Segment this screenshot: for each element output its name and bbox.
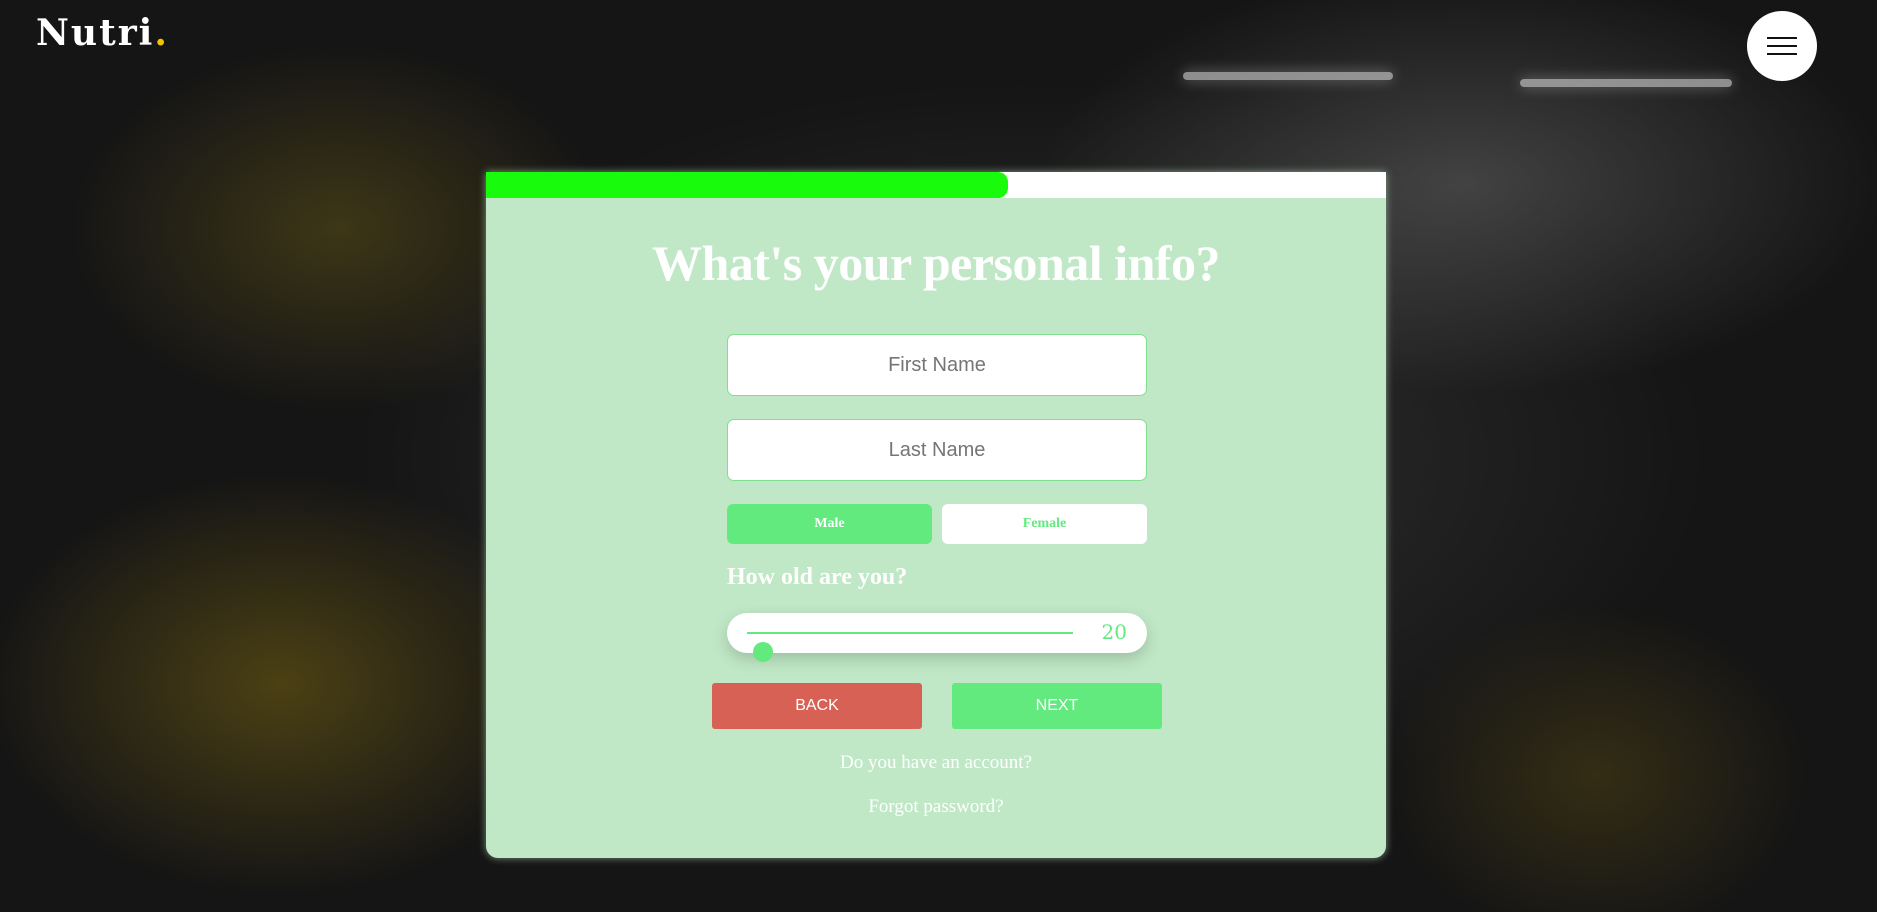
- hamburger-icon: [1767, 37, 1797, 55]
- account-link[interactable]: Do you have an account?: [486, 752, 1386, 774]
- next-button[interactable]: NEXT: [952, 683, 1162, 729]
- male-button[interactable]: Male: [727, 504, 932, 544]
- age-slider-thumb[interactable]: [752, 642, 773, 662]
- personal-info-card: What's your personal info? Male Female H…: [486, 172, 1386, 858]
- forgot-password-link[interactable]: Forgot password?: [486, 796, 1386, 818]
- first-name-input[interactable]: [727, 334, 1147, 396]
- age-slider-container: 20: [727, 613, 1147, 662]
- logo-dot: .: [154, 12, 169, 54]
- female-button[interactable]: Female: [942, 504, 1147, 544]
- progress-bar: [486, 172, 1386, 198]
- age-value: 20: [1101, 620, 1127, 644]
- last-name-input[interactable]: [727, 419, 1147, 481]
- nutri-logo[interactable]: Nutri.: [36, 12, 169, 54]
- logo-text: Nutri: [36, 12, 155, 54]
- page-title: What's your personal info?: [651, 235, 1221, 291]
- menu-button[interactable]: [1747, 11, 1817, 81]
- age-slider-track[interactable]: [747, 632, 1073, 662]
- age-question-label: How old are you?: [727, 564, 908, 590]
- progress-fill: [486, 172, 1008, 198]
- back-button[interactable]: BACK: [712, 683, 922, 729]
